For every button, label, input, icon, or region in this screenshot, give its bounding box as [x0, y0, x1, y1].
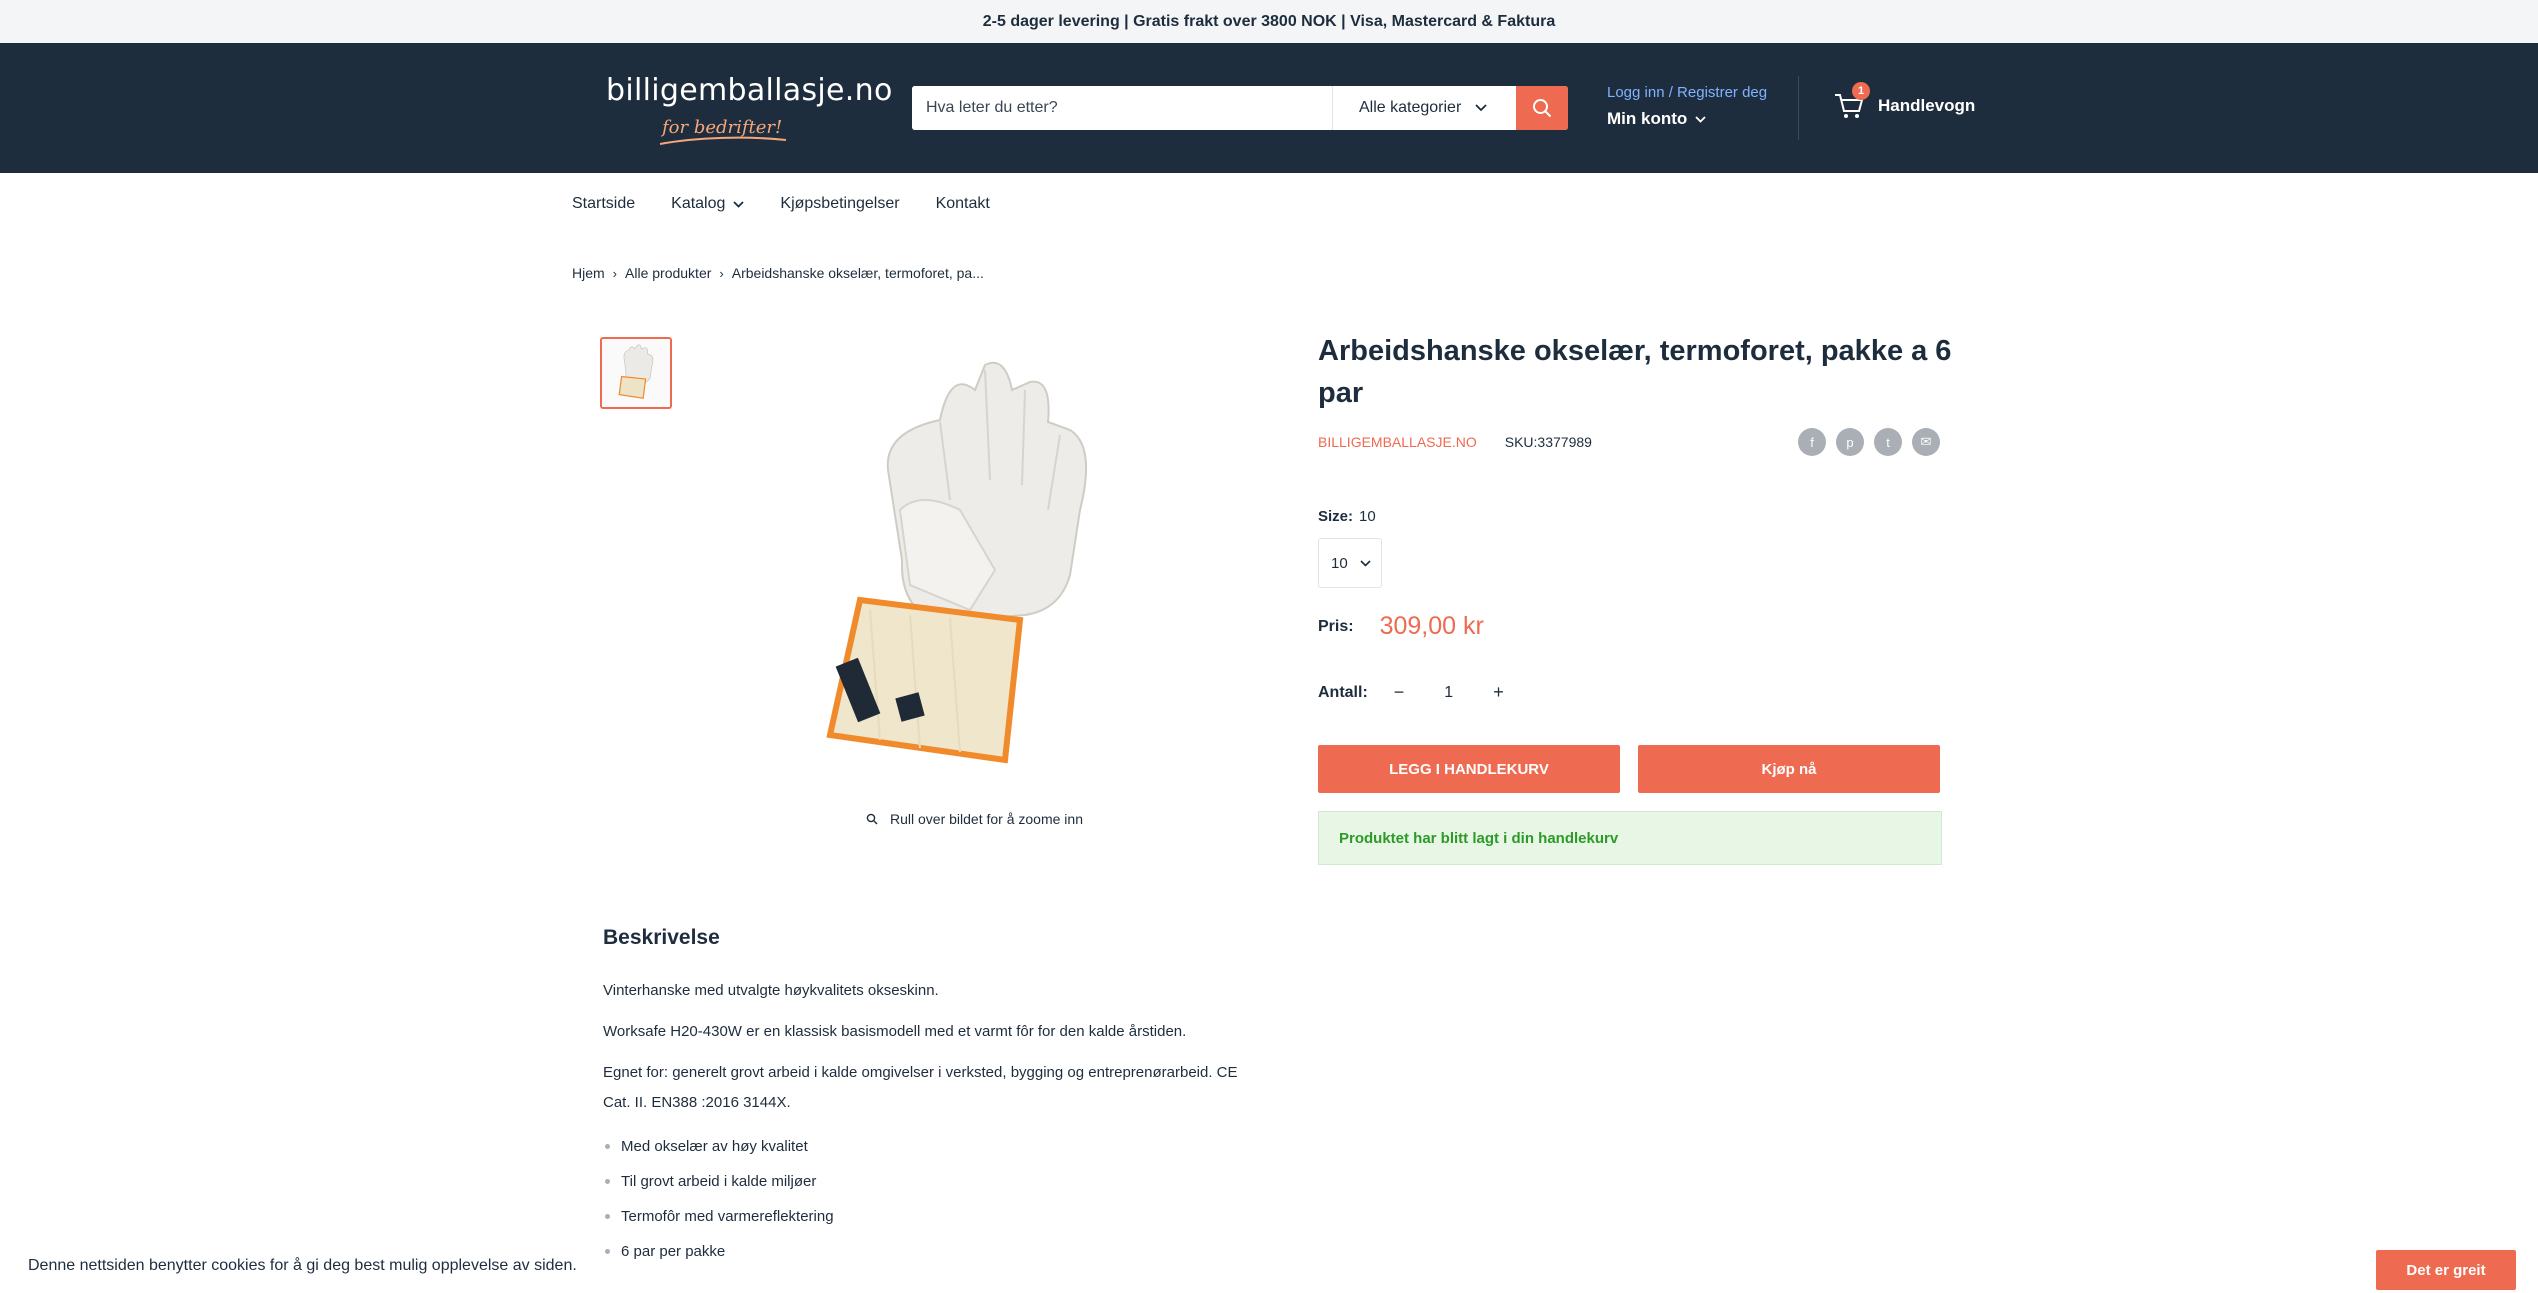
- share-buttons: f p t ✉: [1798, 428, 1940, 456]
- search-bar: Alle kategorier: [912, 86, 1568, 130]
- chevron-down-icon: [1360, 559, 1371, 567]
- list-item: 6 par per pakke: [603, 1234, 1243, 1269]
- nav-item-startside[interactable]: Startside: [572, 195, 635, 213]
- nav-item-label: Katalog: [671, 195, 726, 212]
- quantity-row: Antall: − 1 +: [1318, 682, 1504, 703]
- product-title: Arbeidshanske okselær, termoforet, pakke…: [1318, 335, 1952, 409]
- category-select-label: Alle kategorier: [1359, 99, 1462, 116]
- sku-label: SKU:: [1504, 434, 1538, 450]
- header-divider: [1798, 76, 1799, 140]
- search-button[interactable]: [1516, 86, 1568, 130]
- breadcrumb-all-products[interactable]: Alle produkter: [625, 265, 711, 281]
- search-input[interactable]: [912, 86, 1332, 130]
- cookie-accept-button[interactable]: Det er greit: [2376, 1250, 2516, 1290]
- list-item: Termofôr med varmereflektering: [603, 1199, 1243, 1234]
- breadcrumb: Hjem › Alle produkter › Arbeidshanske ok…: [572, 265, 984, 281]
- quantity-increase-button[interactable]: +: [1493, 682, 1504, 703]
- nav-item-katalog[interactable]: Katalog: [671, 195, 745, 213]
- nav-item-kjopsbetingelser[interactable]: Kjøpsbetingelser: [780, 195, 899, 213]
- description-features-list: Med okselær av høy kvalitet Til grovt ar…: [603, 1129, 1243, 1269]
- product-vendor[interactable]: BILLIGEMBALLASJE.NO: [1318, 434, 1477, 450]
- size-label: Size: 10: [1318, 508, 1376, 525]
- zoom-hint-text: Rull over bildet for å zoome inn: [890, 811, 1083, 827]
- description-paragraph: Worksafe H20-430W er en klassisk basismo…: [603, 1023, 1187, 1040]
- list-item: Til grovt arbeid i kalde miljøer: [603, 1164, 1243, 1199]
- size-select-value: 10: [1331, 554, 1348, 572]
- cart-count-badge: 1: [1852, 82, 1870, 100]
- chevron-down-icon: [1475, 104, 1487, 112]
- price-row: Pris: 309,00 kr: [1318, 612, 1484, 641]
- breadcrumb-current: Arbeidshanske okselær, termoforet, pa...: [731, 265, 984, 281]
- search-icon: [1533, 99, 1552, 118]
- purchase-buttons: LEGG I HANDLEKURV Kjøp nå: [1318, 745, 1940, 793]
- category-select[interactable]: Alle kategorier: [1332, 86, 1516, 130]
- description-paragraph: Vinterhanske med utvalgte høykvalitets o…: [603, 982, 939, 999]
- chevron-down-icon: [1695, 115, 1706, 123]
- twitter-icon[interactable]: t: [1874, 428, 1902, 456]
- size-label-value: 10: [1359, 508, 1376, 525]
- cart-icon: 1: [1834, 82, 1870, 120]
- description-paragraph: Egnet for: generelt grovt arbeid i kalde…: [603, 1064, 1238, 1111]
- added-to-cart-message: Produktet har blitt lagt i din handlekur…: [1318, 811, 1942, 865]
- cart-link[interactable]: 1 Handlevogn: [1834, 82, 1976, 120]
- facebook-icon[interactable]: f: [1798, 428, 1826, 456]
- logo-text: billigemballasje.no: [606, 73, 893, 108]
- quantity-stepper: − 1 +: [1394, 682, 1504, 703]
- chevron-down-icon: [733, 200, 745, 208]
- my-account-toggle[interactable]: Min konto: [1607, 109, 1767, 129]
- cookie-notice-text: Denne nettsiden benytter cookies for å g…: [28, 1257, 577, 1274]
- product-price: 309,00 kr: [1379, 612, 1484, 640]
- list-item: Med okselær av høy kvalitet: [603, 1129, 1243, 1164]
- buy-now-button[interactable]: Kjøp nå: [1638, 745, 1940, 793]
- price-label: Pris:: [1318, 617, 1354, 635]
- account-menu: Logg inn / Registrer deg Min konto: [1607, 84, 1767, 129]
- quantity-label: Antall:: [1318, 683, 1368, 701]
- chevron-right-icon: ›: [612, 265, 618, 281]
- quantity-input[interactable]: 1: [1444, 684, 1453, 702]
- product-description: Beskrivelse Vinterhanske med utvalgte hø…: [603, 926, 1243, 1269]
- product-sku: SKU:3377989: [1505, 434, 1592, 450]
- site-logo[interactable]: billigemballasje.no for bedrifter!: [606, 73, 893, 153]
- product-meta: BILLIGEMBALLASJE.NO SKU:3377989: [1318, 434, 1592, 450]
- product-main-image[interactable]: [790, 360, 1150, 770]
- announcement-text: 2-5 dager levering | Gratis frakt over 3…: [982, 12, 1556, 30]
- nav-item-kontakt[interactable]: Kontakt: [936, 195, 990, 213]
- nav-item-label: Kjøpsbetingelser: [780, 195, 900, 212]
- sku-value: 3377989: [1537, 434, 1592, 450]
- add-to-cart-button[interactable]: LEGG I HANDLEKURV: [1318, 745, 1620, 793]
- size-label-text: Size:: [1318, 508, 1354, 525]
- site-header: billigemballasje.no for bedrifter! Alle …: [0, 43, 2538, 173]
- breadcrumb-home[interactable]: Hjem: [572, 265, 605, 281]
- quantity-decrease-button[interactable]: −: [1394, 682, 1405, 703]
- size-select[interactable]: 10: [1318, 538, 1382, 588]
- product-thumbnail[interactable]: [600, 337, 672, 409]
- chevron-right-icon: ›: [719, 265, 724, 281]
- nav-item-label: Startside: [572, 195, 636, 212]
- announcement-bar: 2-5 dager levering | Gratis frakt over 3…: [0, 0, 2538, 43]
- login-link[interactable]: Logg inn / Registrer deg: [1607, 84, 1767, 101]
- zoom-hint: Rull over bildet for å zoome inn: [866, 811, 1083, 827]
- logo-swoosh-icon: [659, 136, 787, 145]
- pinterest-icon[interactable]: p: [1836, 428, 1864, 456]
- description-heading: Beskrivelse: [603, 926, 720, 949]
- zoom-icon: [866, 813, 878, 825]
- my-account-label: Min konto: [1607, 109, 1688, 128]
- nav-item-label: Kontakt: [935, 195, 990, 212]
- glove-thumbnail-image: [618, 344, 654, 399]
- main-nav: Startside Katalog Kjøpsbetingelser Konta…: [572, 195, 990, 213]
- email-icon[interactable]: ✉: [1912, 428, 1940, 456]
- cart-label: Handlevogn: [1878, 96, 1976, 115]
